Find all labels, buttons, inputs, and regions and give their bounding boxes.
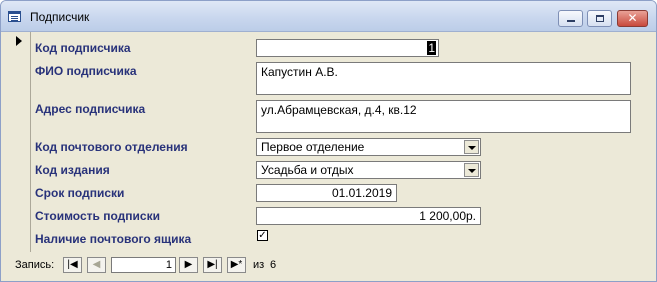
- subscription-cost-field[interactable]: 1 200,00р.: [256, 207, 481, 225]
- subscription-cost-label: Стоимость подписки: [35, 209, 160, 223]
- new-record-button[interactable]: ▶*: [227, 257, 246, 273]
- minimize-icon: [567, 20, 575, 22]
- edition-dropdown-icon[interactable]: [464, 163, 479, 177]
- full-name-label: ФИО подписчика: [35, 64, 137, 78]
- total-records: 6: [270, 259, 277, 271]
- minimize-button[interactable]: [558, 10, 583, 27]
- subscription-term-value: 01.01.2019: [331, 186, 392, 200]
- mailbox-checkbox[interactable]: ✓: [257, 230, 268, 241]
- edition-code-combo[interactable]: Усадьба и отдых: [256, 161, 481, 179]
- subscriber-code-label: Код подписчика: [35, 41, 131, 55]
- edition-code-value: Усадьба и отдых: [261, 163, 354, 177]
- subscription-cost-value: 1 200,00р.: [419, 209, 476, 223]
- post-office-code-value: Первое отделение: [261, 140, 365, 154]
- address-field[interactable]: ул.Абрамцевская, д.4, кв.12: [256, 100, 631, 133]
- address-value: ул.Абрамцевская, д.4, кв.12: [261, 103, 417, 117]
- subscriber-code-field[interactable]: 1: [256, 39, 439, 57]
- record-navigation-bar: Запись: |◀ ◀ 1 ▶ ▶| ▶* из 6: [1, 252, 656, 281]
- full-name-field[interactable]: Капустин А.В.: [256, 62, 631, 95]
- last-record-button[interactable]: ▶|: [203, 257, 222, 273]
- close-icon: ✕: [627, 11, 638, 25]
- previous-record-button[interactable]: ◀: [87, 257, 106, 273]
- close-button[interactable]: ✕: [617, 10, 648, 27]
- maximize-button[interactable]: [587, 10, 612, 27]
- current-record-arrow-icon: [16, 36, 22, 46]
- edition-code-label: Код издания: [35, 163, 110, 177]
- title-bar[interactable]: Подписчик ✕: [1, 1, 656, 32]
- current-record-input[interactable]: 1: [111, 257, 176, 273]
- address-label: Адрес подписчика: [35, 102, 146, 116]
- form-icon: [8, 11, 21, 22]
- full-name-value: Капустин А.В.: [261, 65, 338, 79]
- first-record-button[interactable]: |◀: [63, 257, 82, 273]
- subscription-term-label: Срок подписки: [35, 186, 125, 200]
- window-title: Подписчик: [30, 10, 90, 24]
- form-window: Подписчик ✕ Код подписчика ФИО подписчик…: [0, 0, 657, 282]
- next-record-button[interactable]: ▶: [179, 257, 198, 273]
- subscriber-code-value: 1: [427, 41, 436, 55]
- post-office-dropdown-icon[interactable]: [464, 140, 479, 154]
- of-label: из: [253, 259, 265, 271]
- horizontal-scroll-area[interactable]: [284, 257, 639, 273]
- record-label: Запись:: [15, 259, 55, 271]
- mailbox-label: Наличие почтового ящика: [35, 232, 192, 246]
- maximize-icon: [596, 15, 604, 22]
- subscription-term-field[interactable]: 01.01.2019: [256, 184, 397, 202]
- record-selector[interactable]: [10, 32, 31, 252]
- post-office-code-label: Код почтового отделения: [35, 140, 188, 154]
- post-office-code-combo[interactable]: Первое отделение: [256, 138, 481, 156]
